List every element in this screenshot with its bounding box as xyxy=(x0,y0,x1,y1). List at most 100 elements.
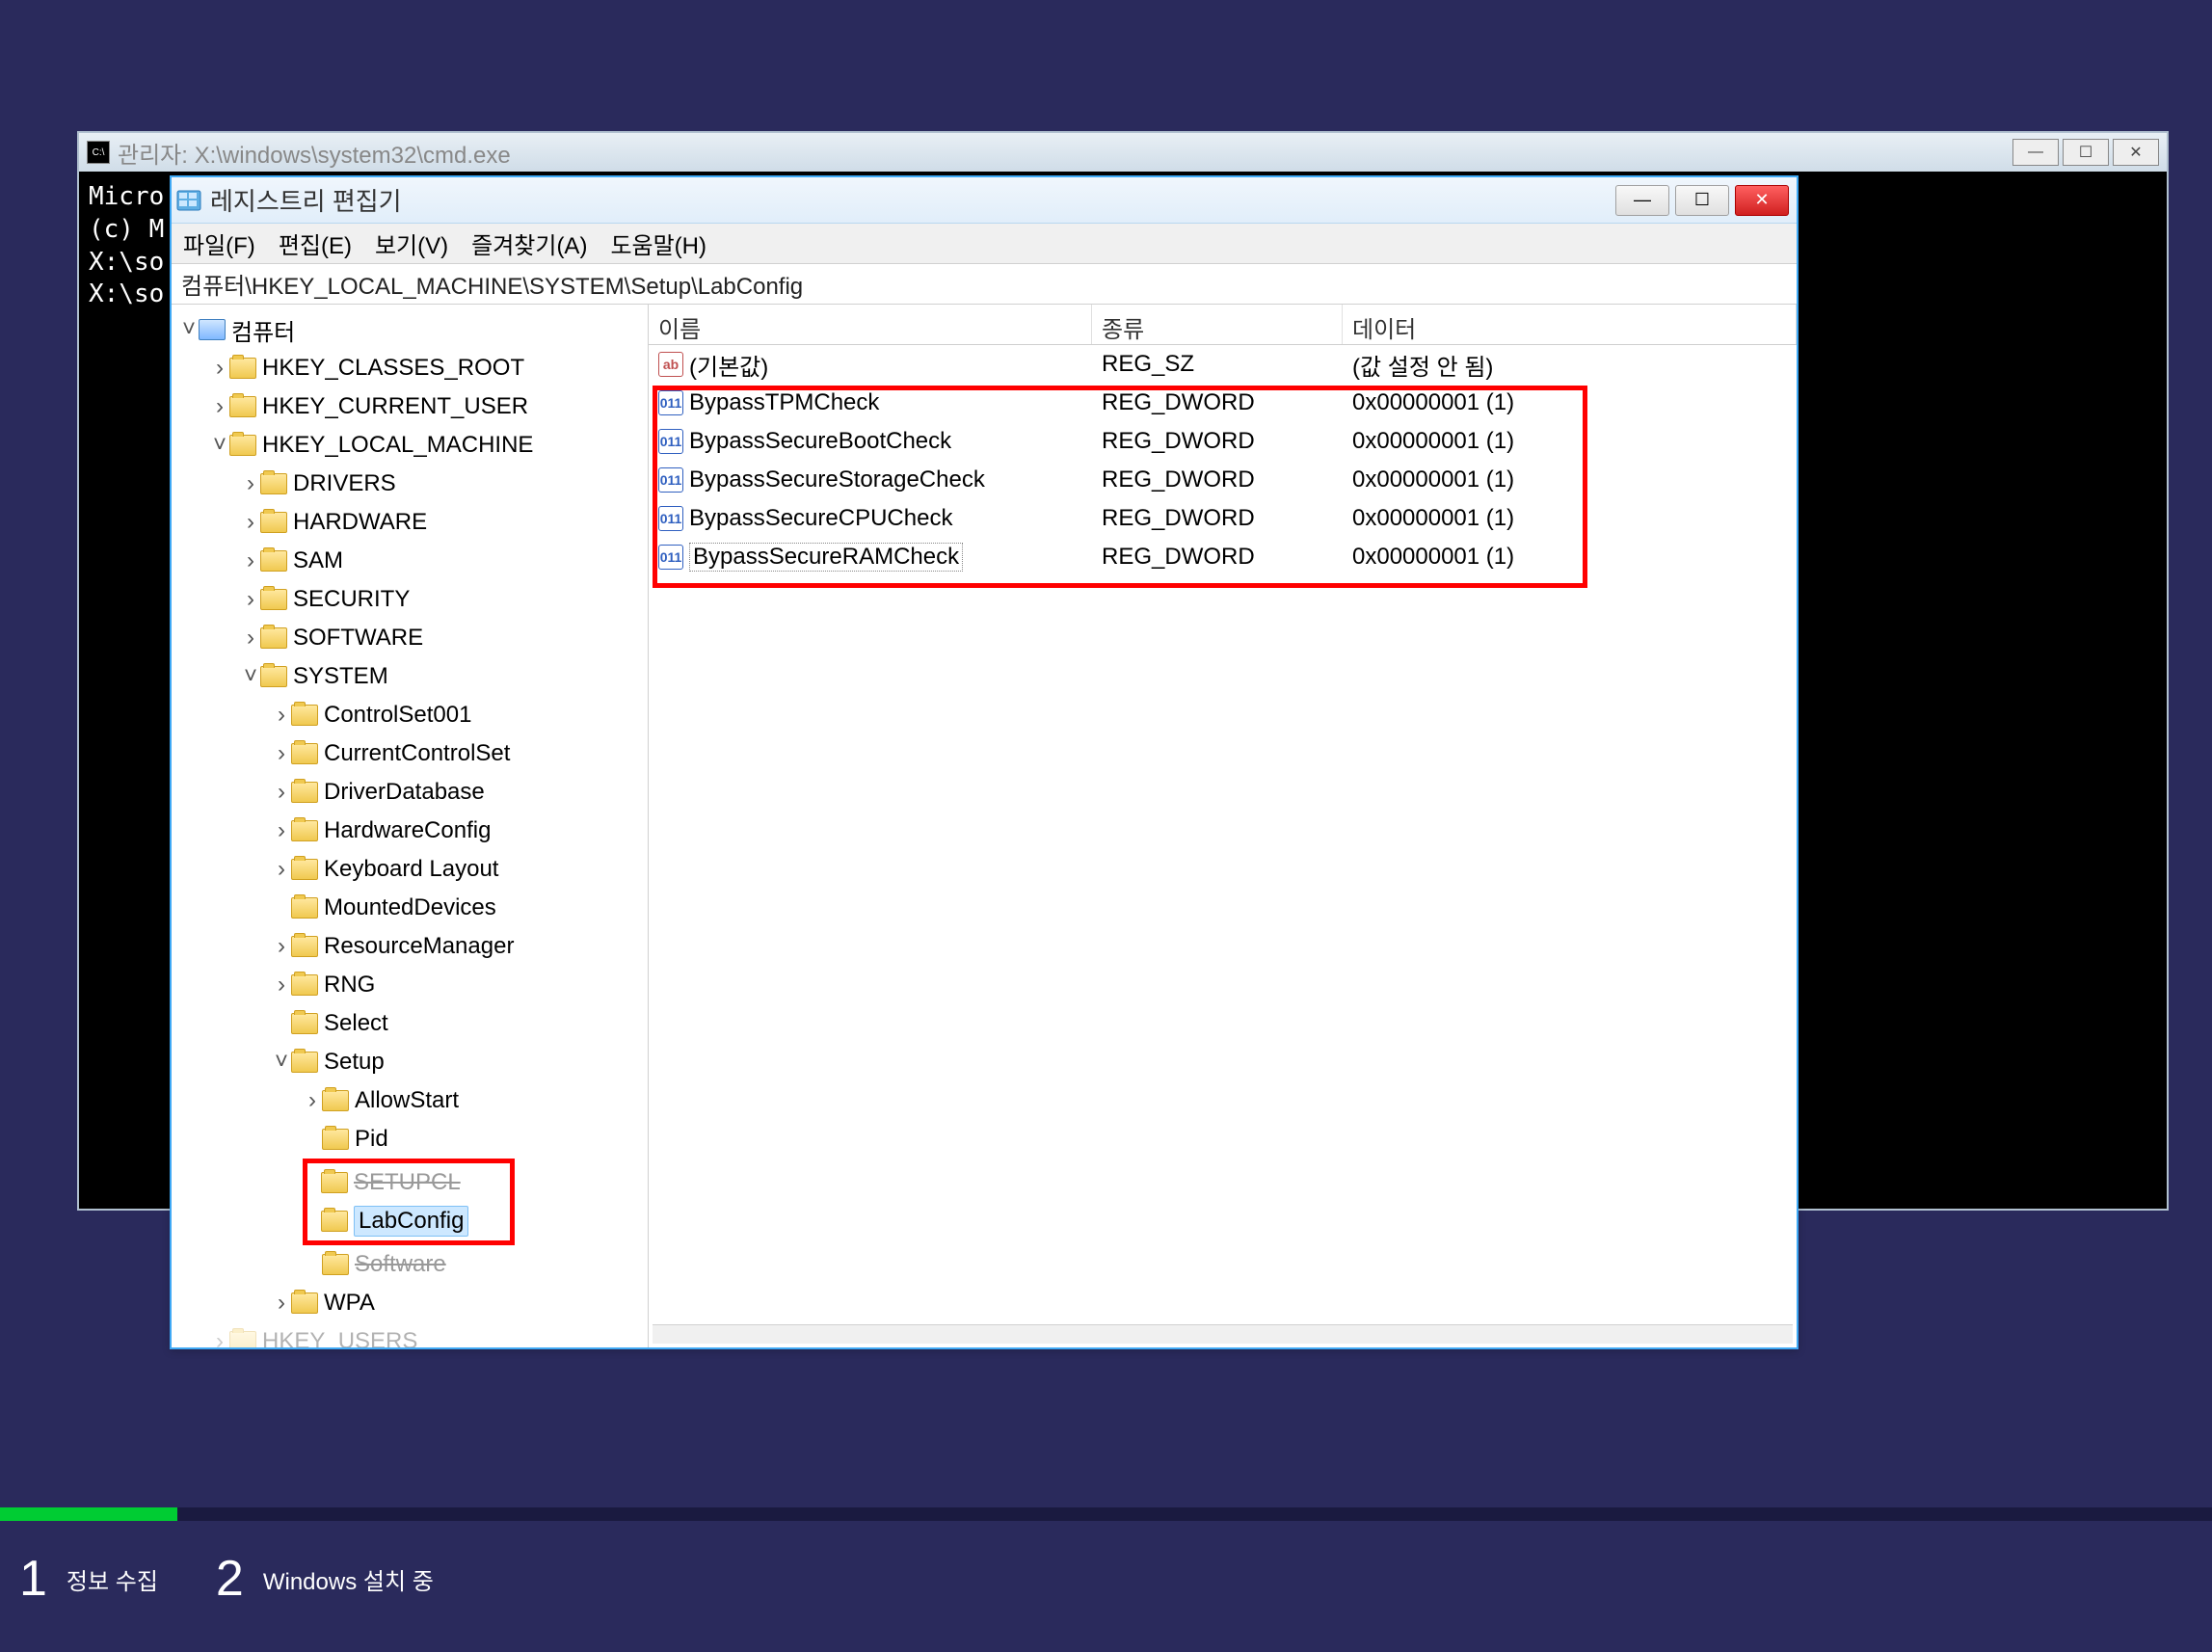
column-header-type[interactable]: 종류 xyxy=(1092,305,1343,344)
regedit-tree[interactable]: ˅ 컴퓨터 › HKEY_CLASSES_ROOT › HKEY_CURRENT… xyxy=(172,305,649,1347)
value-name: BypassSecureCPUCheck xyxy=(689,505,952,532)
chevron-right-icon[interactable]: › xyxy=(272,779,291,806)
tree-setupcl[interactable]: SETUPCL xyxy=(307,1163,510,1202)
tree-resourcemanager[interactable]: › ResourceManager xyxy=(172,927,648,966)
tree-label: Software xyxy=(355,1251,446,1278)
tree-mounteddevices[interactable]: MountedDevices xyxy=(172,889,648,927)
folder-icon xyxy=(291,859,318,880)
setup-progressbar-fill xyxy=(0,1507,177,1521)
tree-hku[interactable]: › HKEY_USERS xyxy=(172,1322,648,1347)
tree-hklm[interactable]: ˅ HKEY_LOCAL_MACHINE xyxy=(172,426,648,465)
menu-edit[interactable]: 편집(E) xyxy=(273,223,358,264)
list-row[interactable]: 011 BypassSecureStorageCheck REG_DWORD 0… xyxy=(649,461,1797,499)
cmd-titlebar[interactable]: C:\ 관리자: X:\windows\system32\cmd.exe — ☐… xyxy=(79,133,2167,172)
list-row[interactable]: 011 BypassSecureCPUCheck REG_DWORD 0x000… xyxy=(649,499,1797,538)
tree-controlset001[interactable]: › ControlSet001 xyxy=(172,696,648,734)
horizontal-scrollbar[interactable] xyxy=(653,1324,1793,1344)
chevron-right-icon[interactable]: › xyxy=(303,1087,322,1114)
minimize-button[interactable]: — xyxy=(2012,139,2059,166)
minimize-button[interactable]: — xyxy=(1615,185,1669,216)
close-button[interactable]: ✕ xyxy=(2113,139,2159,166)
tree-label: Setup xyxy=(324,1049,385,1076)
setup-footer: 1 정보 수집 2 Windows 설치 중 xyxy=(0,1507,2212,1652)
tree-software[interactable]: › SOFTWARE xyxy=(172,619,648,657)
menu-view[interactable]: 보기(V) xyxy=(369,223,454,264)
tree-hkcr[interactable]: › HKEY_CLASSES_ROOT xyxy=(172,349,648,387)
folder-icon xyxy=(260,512,287,533)
chevron-down-icon[interactable]: ˅ xyxy=(179,316,199,343)
value-data: (값 설정 안 됨) xyxy=(1343,348,1797,382)
list-row[interactable]: 011 BypassSecureRAMCheck REG_DWORD 0x000… xyxy=(649,538,1797,576)
tree-label: SYSTEM xyxy=(293,663,388,690)
chevron-right-icon[interactable]: › xyxy=(241,586,260,613)
chevron-right-icon[interactable]: › xyxy=(241,470,260,497)
maximize-button[interactable]: ☐ xyxy=(2063,139,2109,166)
close-button[interactable]: ✕ xyxy=(1735,185,1789,216)
chevron-right-icon[interactable]: › xyxy=(272,933,291,960)
chevron-right-icon[interactable]: › xyxy=(272,972,291,999)
tree-wpa[interactable]: › WPA xyxy=(172,1284,648,1322)
step-label: 정보 수집 xyxy=(67,1562,158,1596)
list-row[interactable]: 011 BypassSecureBootCheck REG_DWORD 0x00… xyxy=(649,422,1797,461)
column-header-data[interactable]: 데이터 xyxy=(1343,305,1797,344)
chevron-right-icon[interactable]: › xyxy=(210,355,229,382)
menu-help[interactable]: 도움말(H) xyxy=(604,223,712,264)
chevron-right-icon[interactable]: › xyxy=(272,817,291,844)
tree-label: Select xyxy=(324,1010,388,1037)
menu-file[interactable]: 파일(F) xyxy=(177,223,261,264)
chevron-right-icon[interactable]: › xyxy=(241,509,260,536)
value-name: BypassSecureStorageCheck xyxy=(689,466,985,493)
chevron-down-icon[interactable]: ˅ xyxy=(241,663,260,690)
tree-hkcu[interactable]: › HKEY_CURRENT_USER xyxy=(172,387,648,426)
folder-icon xyxy=(321,1172,348,1193)
tree-label: HKEY_LOCAL_MACHINE xyxy=(262,432,533,459)
column-header-name[interactable]: 이름 xyxy=(649,305,1092,344)
tree-allowstart[interactable]: › AllowStart xyxy=(172,1081,648,1120)
menu-favorites[interactable]: 즐겨찾기(A) xyxy=(466,223,593,264)
tree-pid[interactable]: Pid xyxy=(172,1120,648,1159)
value-name: BypassTPMCheck xyxy=(689,389,879,416)
chevron-down-icon[interactable]: ˅ xyxy=(272,1049,291,1076)
tree-root[interactable]: ˅ 컴퓨터 xyxy=(172,310,648,349)
maximize-button[interactable]: ☐ xyxy=(1675,185,1729,216)
tree-label: SETUPCL xyxy=(354,1169,461,1196)
tree-label: HardwareConfig xyxy=(324,817,491,844)
regedit-listview[interactable]: 이름 종류 데이터 ab (기본값) REG_SZ (값 설정 안 됨) 011… xyxy=(649,305,1797,1347)
regedit-menubar: 파일(F) 편집(E) 보기(V) 즐겨찾기(A) 도움말(H) xyxy=(172,224,1797,264)
tree-hardware[interactable]: › HARDWARE xyxy=(172,503,648,542)
tree-sam[interactable]: › SAM xyxy=(172,542,648,580)
chevron-right-icon[interactable]: › xyxy=(272,740,291,767)
tree-software2[interactable]: Software xyxy=(172,1245,648,1284)
regedit-titlebar[interactable]: 레지스트리 편집기 — ☐ ✕ xyxy=(172,177,1797,224)
tree-labconfig[interactable]: LabConfig xyxy=(307,1202,510,1240)
tree-setup[interactable]: ˅ Setup xyxy=(172,1043,648,1081)
regedit-addressbar[interactable]: 컴퓨터\HKEY_LOCAL_MACHINE\SYSTEM\Setup\LabC… xyxy=(172,264,1797,305)
tree-hardwareconfig[interactable]: › HardwareConfig xyxy=(172,812,648,850)
tree-keyboardlayout[interactable]: › Keyboard Layout xyxy=(172,850,648,889)
tree-label: Keyboard Layout xyxy=(324,856,498,883)
tree-select[interactable]: Select xyxy=(172,1004,648,1043)
chevron-right-icon[interactable]: › xyxy=(241,625,260,652)
tree-security[interactable]: › SECURITY xyxy=(172,580,648,619)
reg-dword-icon: 011 xyxy=(658,429,683,454)
tree-driverdatabase[interactable]: › DriverDatabase xyxy=(172,773,648,812)
tree-rng[interactable]: › RNG xyxy=(172,966,648,1004)
tree-label: HARDWARE xyxy=(293,509,427,536)
tree-label: WPA xyxy=(324,1290,375,1317)
chevron-right-icon[interactable]: › xyxy=(241,547,260,574)
value-type: REG_DWORD xyxy=(1092,544,1343,571)
chevron-right-icon[interactable]: › xyxy=(272,856,291,883)
chevron-right-icon[interactable]: › xyxy=(272,1290,291,1317)
folder-icon xyxy=(291,936,318,957)
chevron-right-icon[interactable]: › xyxy=(210,393,229,420)
folder-icon xyxy=(229,396,256,417)
folder-icon xyxy=(260,666,287,687)
tree-drivers[interactable]: › DRIVERS xyxy=(172,465,648,503)
tree-currentcontrolset[interactable]: › CurrentControlSet xyxy=(172,734,648,773)
chevron-down-icon[interactable]: ˅ xyxy=(210,432,229,459)
list-row[interactable]: ab (기본값) REG_SZ (값 설정 안 됨) xyxy=(649,345,1797,384)
chevron-right-icon[interactable]: › xyxy=(272,702,291,729)
list-row[interactable]: 011 BypassTPMCheck REG_DWORD 0x00000001 … xyxy=(649,384,1797,422)
chevron-right-icon[interactable]: › xyxy=(210,1328,229,1347)
tree-system[interactable]: ˅ SYSTEM xyxy=(172,657,648,696)
